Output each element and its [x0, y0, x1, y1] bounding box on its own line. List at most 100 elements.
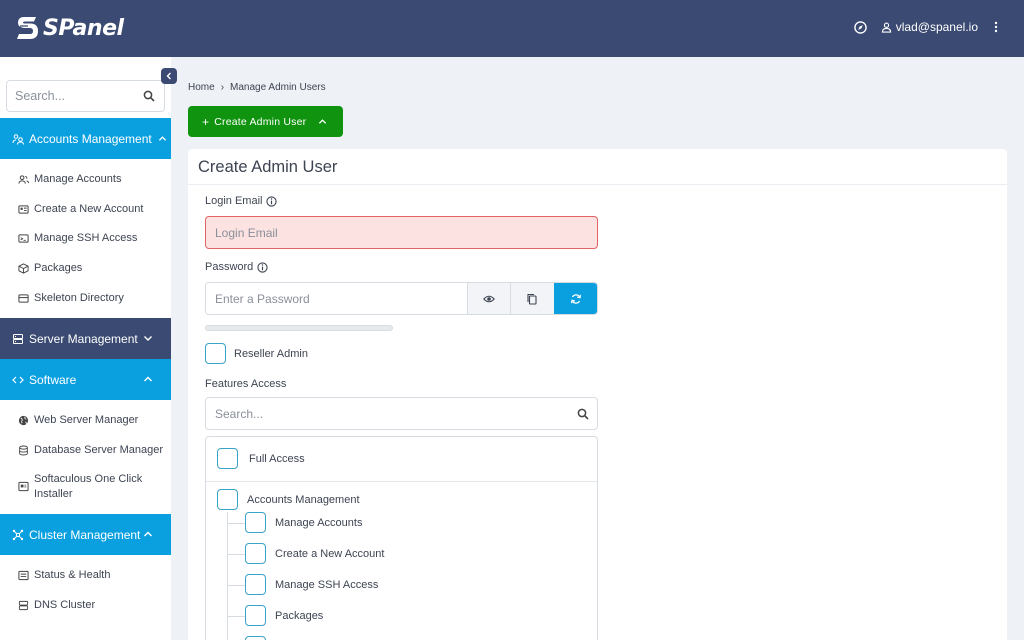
chevron-up-icon — [144, 376, 152, 382]
sidebar-item-status-health[interactable]: Status & Health — [18, 569, 110, 581]
users-icon — [18, 174, 29, 184]
breadcrumb-current: Manage Admin Users — [230, 82, 326, 93]
card-title: Create Admin User — [198, 158, 338, 176]
sidebar-search-input[interactable] — [7, 81, 137, 111]
tree-connector — [227, 523, 245, 524]
feature-label: Manage SSH Access — [275, 578, 379, 591]
spanel-logo[interactable]: SPanel — [16, 15, 124, 41]
feature-label: Accounts Management — [247, 493, 360, 506]
sidebar-collapse-button[interactable] — [161, 68, 177, 84]
feature-checkbox[interactable] — [245, 574, 266, 595]
features-search — [205, 397, 598, 430]
logo-text: SPanel — [43, 15, 124, 41]
sidebar-item-manage-ssh[interactable]: Manage SSH Access — [18, 232, 137, 244]
feature-label: Full Access — [249, 452, 305, 465]
feature-checkbox[interactable] — [245, 543, 266, 564]
sidebar-section-label: Server Management — [29, 331, 138, 346]
chevron-up-icon — [319, 119, 327, 124]
reseller-admin-checkbox-row[interactable]: Reseller Admin — [205, 343, 308, 364]
sidebar-section-accounts-management[interactable]: Accounts Management — [0, 118, 171, 159]
show-password-button[interactable] — [467, 283, 511, 314]
sidebar-search — [6, 80, 165, 112]
create-button-label: Create Admin User — [214, 115, 307, 128]
info-icon[interactable] — [266, 195, 278, 207]
sidebar-section-server-management[interactable]: Server Management — [0, 318, 171, 359]
feature-checkbox[interactable] — [245, 512, 266, 533]
chevron-up-icon — [158, 136, 166, 141]
search-icon[interactable] — [143, 90, 155, 102]
create-admin-user-button[interactable]: + Create Admin User — [188, 106, 343, 137]
sidebar-item-web-server-manager[interactable]: Web Server Manager — [18, 414, 138, 426]
kebab-menu-icon[interactable] — [990, 21, 1002, 33]
code-icon — [12, 376, 24, 383]
login-email-input[interactable] — [205, 216, 598, 249]
feature-group-accounts-management[interactable]: Accounts Management — [217, 489, 360, 510]
sidebar-item-label: Manage Accounts — [34, 173, 122, 185]
sidebar-item-label: Softaculous One Click Installer — [34, 473, 143, 500]
password-label-text: Password — [205, 261, 254, 273]
sidebar-item-label: Database Server Manager — [34, 444, 164, 456]
compass-icon[interactable] — [853, 20, 867, 34]
sidebar-item-database-server-manager[interactable]: Database Server Manager — [18, 444, 163, 456]
package-icon — [18, 262, 29, 274]
feature-create-new-account[interactable]: Create a New Account — [245, 543, 384, 564]
sidebar-item-softaculous[interactable]: Softaculous One Click Installer — [18, 472, 164, 502]
sidebar-item-dns-cluster[interactable]: DNS Cluster — [18, 599, 95, 611]
tree-connector — [227, 616, 245, 617]
reseller-admin-checkbox[interactable] — [205, 343, 226, 364]
refresh-icon — [570, 293, 581, 304]
feature-packages[interactable]: Packages — [245, 605, 323, 626]
feature-manage-ssh-access[interactable]: Manage SSH Access — [245, 574, 378, 595]
tree-connector — [227, 512, 228, 640]
sidebar-item-label: Manage SSH Access — [34, 232, 138, 244]
chevron-up-icon — [144, 531, 152, 537]
sidebar-item-label: Create a New Account — [34, 203, 144, 215]
feature-label: Packages — [275, 609, 324, 622]
feature-next-partial[interactable] — [245, 636, 266, 640]
sidebar-section-label: Accounts Management — [29, 131, 152, 146]
sidebar-item-create-account[interactable]: Create a New Account — [18, 203, 143, 215]
password-input[interactable] — [206, 283, 467, 314]
top-bar: SPanel vlad@spanel.io — [0, 0, 1024, 57]
copy-icon — [527, 293, 538, 305]
features-tree: Full Access Accounts Management Manage A… — [205, 436, 598, 640]
breadcrumb: Home › Manage Admin Users — [188, 82, 326, 93]
feature-checkbox[interactable] — [245, 636, 266, 640]
generate-password-button[interactable] — [553, 283, 597, 314]
terminal-icon — [18, 233, 29, 243]
list-icon — [18, 570, 29, 580]
feature-full-access[interactable]: Full Access — [217, 448, 305, 469]
card-divider — [188, 184, 1007, 185]
tree-connector — [227, 554, 245, 555]
accounts-management-checkbox[interactable] — [217, 489, 238, 510]
feature-checkbox[interactable] — [245, 605, 266, 626]
sidebar-section-cluster-management[interactable]: Cluster Management — [0, 514, 171, 555]
chevron-right-icon: › — [220, 82, 225, 93]
reseller-admin-label: Reseller Admin — [234, 347, 308, 360]
chevron-left-icon — [166, 72, 171, 80]
info-icon[interactable] — [257, 261, 268, 273]
sidebar-item-label: DNS Cluster — [34, 599, 96, 611]
user-email[interactable]: vlad@spanel.io — [896, 20, 978, 34]
cluster-icon — [12, 529, 24, 540]
sidebar-item-label: Status & Health — [34, 569, 111, 581]
breadcrumb-home[interactable]: Home — [188, 82, 215, 93]
sidebar-item-packages[interactable]: Packages — [18, 262, 82, 274]
database-icon — [19, 445, 28, 455]
sidebar-item-manage-accounts[interactable]: Manage Accounts — [18, 173, 121, 185]
login-email-label: Login Email — [205, 195, 278, 207]
tree-connector — [227, 585, 245, 586]
sidebar-item-skeleton-directory[interactable]: Skeleton Directory — [18, 292, 124, 304]
user-icon — [881, 22, 891, 33]
features-access-label: Features Access — [205, 378, 286, 390]
copy-password-button[interactable] — [510, 283, 554, 314]
folder-icon — [18, 293, 29, 303]
full-access-checkbox[interactable] — [217, 448, 238, 469]
sidebar-item-label: Skeleton Directory — [34, 292, 124, 304]
users-icon — [12, 133, 24, 145]
features-search-input[interactable] — [206, 398, 566, 429]
sidebar-section-software[interactable]: Software — [0, 359, 171, 400]
search-icon[interactable] — [577, 408, 589, 420]
chevron-down-icon — [144, 336, 152, 341]
feature-manage-accounts[interactable]: Manage Accounts — [245, 512, 362, 533]
